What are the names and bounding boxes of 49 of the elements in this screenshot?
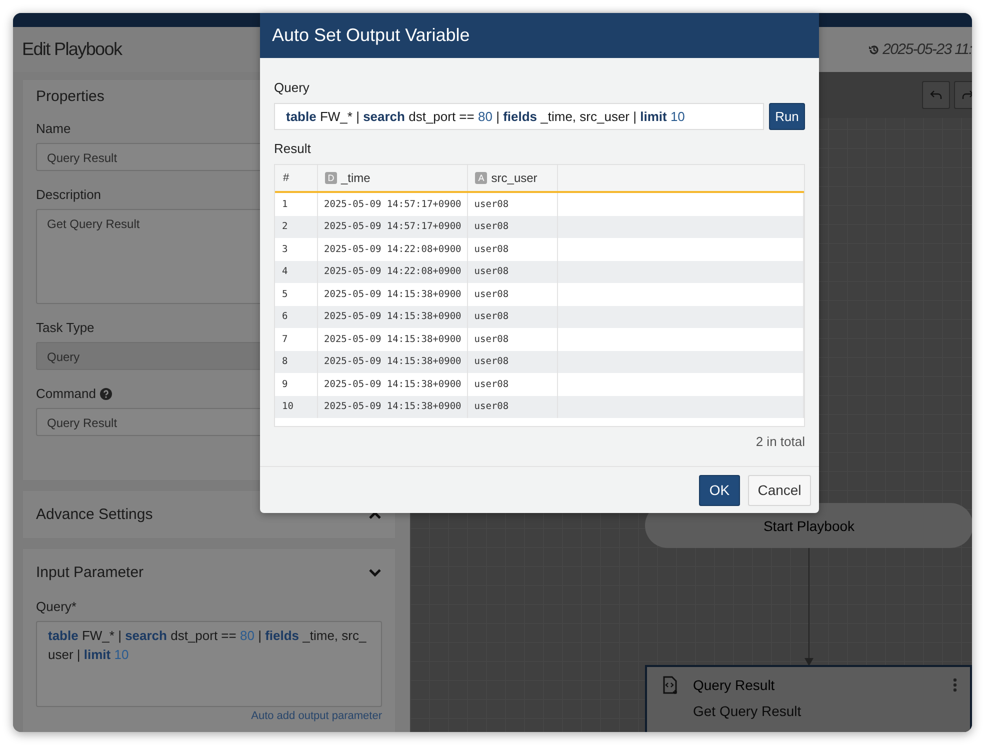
type-badge: D — [325, 172, 337, 184]
table-cell: 2025-05-09 14:15:38+0900 — [318, 396, 468, 418]
run-button[interactable]: Run — [769, 103, 805, 130]
table-cell: 6 — [275, 306, 318, 328]
table-cell: 2025-05-09 14:15:38+0900 — [318, 306, 468, 328]
undo-icon — [930, 89, 942, 101]
table-cell: user08 — [468, 396, 558, 418]
section-title: Advance Settings — [36, 506, 153, 523]
kebab-menu-icon — [953, 678, 957, 692]
section-title: Properties — [36, 88, 104, 105]
table-cell: user08 — [468, 216, 558, 238]
ok-button[interactable]: OK — [699, 474, 740, 506]
table-cell: user08 — [468, 260, 558, 283]
auto-add-link[interactable]: Auto add output parameter — [251, 710, 382, 722]
timestamp: 2025-05-23 11: — [882, 41, 972, 58]
node-description: Get Query Result — [693, 703, 802, 719]
node-title: Query Result — [693, 677, 776, 693]
query-field[interactable]: table FW_* | search dst_port == 80 | fields _time, src_user | limit 10 — [274, 103, 764, 130]
field-label: Description — [36, 187, 102, 202]
field-label: Task Type — [36, 320, 94, 335]
redo-icon — [962, 89, 972, 101]
table-cell: 2025-05-09 14:57:17+0900 — [318, 216, 468, 238]
page-title: Edit Playbook — [22, 39, 122, 60]
section-title: Input Parameter — [36, 564, 144, 581]
field-label: Query* — [36, 599, 78, 614]
column-header[interactable]: D _time — [318, 165, 468, 192]
cancel-button[interactable]: Cancel — [748, 474, 811, 506]
table-cell: user08 — [468, 306, 558, 328]
table-cell: 4 — [275, 260, 318, 283]
table-cell: 8 — [275, 350, 318, 373]
table-cell: 2025-05-09 14:22:08+0900 — [318, 260, 468, 283]
query-field[interactable]: table FW_* | search dst_port == 80 | fields _time, src_user | limit 10 — [36, 621, 382, 707]
table-cell: 2025-05-09 14:15:38+0900 — [318, 350, 468, 373]
modal-title: Auto Set Output Variable — [260, 13, 819, 58]
type-badge: A — [475, 172, 488, 184]
task-node[interactable]: Query Result Get Query Result — [645, 665, 972, 732]
help-icon — [100, 388, 112, 400]
total-count: 2 in total — [754, 434, 805, 449]
table-cell: 10 — [275, 396, 318, 418]
column-header[interactable]: # — [275, 165, 318, 192]
table-cell: user08 — [468, 350, 558, 373]
field-label: Result — [274, 141, 312, 156]
undo-button[interactable] — [922, 81, 950, 109]
history-icon — [868, 44, 880, 56]
column-header[interactable]: A src_user — [468, 165, 558, 192]
table-cell: 2 — [275, 216, 318, 238]
field-label: Name — [36, 121, 71, 136]
field-label: Query — [274, 80, 310, 95]
field-label: Command — [36, 386, 96, 401]
